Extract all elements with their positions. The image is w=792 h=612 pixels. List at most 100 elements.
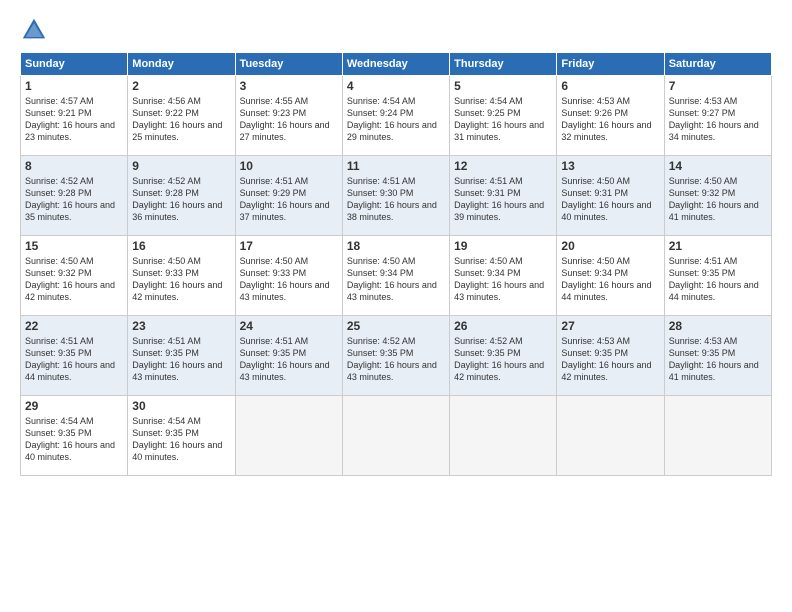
day-info: Sunrise: 4:51 AMSunset: 9:35 PMDaylight:… <box>25 335 123 384</box>
header <box>20 16 772 44</box>
day-info: Sunrise: 4:57 AMSunset: 9:21 PMDaylight:… <box>25 95 123 144</box>
calendar-header-saturday: Saturday <box>664 53 771 76</box>
day-info: Sunrise: 4:50 AMSunset: 9:33 PMDaylight:… <box>132 255 230 304</box>
calendar-cell: 6 Sunrise: 4:53 AMSunset: 9:26 PMDaylight… <box>557 76 664 156</box>
calendar-week-row: 15 Sunrise: 4:50 AMSunset: 9:32 PMDayligh… <box>21 236 772 316</box>
day-info: Sunrise: 4:53 AMSunset: 9:35 PMDaylight:… <box>561 335 659 384</box>
day-number: 22 <box>25 319 123 333</box>
day-number: 16 <box>132 239 230 253</box>
calendar-cell: 14 Sunrise: 4:50 AMSunset: 9:32 PMDayligh… <box>664 156 771 236</box>
calendar-cell: 24Sunrise: 4:51 AMSunset: 9:35 PMDayligh… <box>235 316 342 396</box>
calendar-cell: 16 Sunrise: 4:50 AMSunset: 9:33 PMDayligh… <box>128 236 235 316</box>
day-info: Sunrise: 4:54 AMSunset: 9:25 PMDaylight:… <box>454 95 552 144</box>
calendar-header-wednesday: Wednesday <box>342 53 449 76</box>
calendar-cell: 26 Sunrise: 4:52 AMSunset: 9:35 PMDayligh… <box>450 316 557 396</box>
day-number: 10 <box>240 159 338 173</box>
calendar-cell <box>664 396 771 476</box>
calendar-header-sunday: Sunday <box>21 53 128 76</box>
day-number: 23 <box>132 319 230 333</box>
calendar-week-row: 1 Sunrise: 4:57 AMSunset: 9:21 PMDaylight… <box>21 76 772 156</box>
day-info: Sunrise: 4:51 AMSunset: 9:31 PMDaylight:… <box>454 175 552 224</box>
calendar-cell: 22 Sunrise: 4:51 AMSunset: 9:35 PMDayligh… <box>21 316 128 396</box>
day-number: 8 <box>25 159 123 173</box>
calendar-header-friday: Friday <box>557 53 664 76</box>
calendar-cell: 28 Sunrise: 4:53 AMSunset: 9:35 PMDayligh… <box>664 316 771 396</box>
calendar-cell: 2 Sunrise: 4:56 AMSunset: 9:22 PMDaylight… <box>128 76 235 156</box>
day-number: 11 <box>347 159 445 173</box>
day-info: Sunrise: 4:51 AMSunset: 9:35 PMDaylight:… <box>669 255 767 304</box>
calendar-header-thursday: Thursday <box>450 53 557 76</box>
day-info: Sunrise: 4:53 AMSunset: 9:27 PMDaylight:… <box>669 95 767 144</box>
calendar-header-row: SundayMondayTuesdayWednesdayThursdayFrid… <box>21 53 772 76</box>
day-info: Sunrise: 4:50 AMSunset: 9:34 PMDaylight:… <box>561 255 659 304</box>
day-number: 4 <box>347 79 445 93</box>
day-number: 27 <box>561 319 659 333</box>
day-number: 2 <box>132 79 230 93</box>
day-info: Sunrise: 4:56 AMSunset: 9:22 PMDaylight:… <box>132 95 230 144</box>
day-info: Sunrise: 4:51 AMSunset: 9:30 PMDaylight:… <box>347 175 445 224</box>
day-info: Sunrise: 4:51 AMSunset: 9:35 PMDaylight:… <box>132 335 230 384</box>
calendar-cell: 29Sunrise: 4:54 AMSunset: 9:35 PMDayligh… <box>21 396 128 476</box>
calendar-cell <box>450 396 557 476</box>
calendar-cell: 20 Sunrise: 4:50 AMSunset: 9:34 PMDayligh… <box>557 236 664 316</box>
calendar-header-tuesday: Tuesday <box>235 53 342 76</box>
day-number: 19 <box>454 239 552 253</box>
day-info: Sunrise: 4:55 AMSunset: 9:23 PMDaylight:… <box>240 95 338 144</box>
day-number: 20 <box>561 239 659 253</box>
calendar-cell: 19 Sunrise: 4:50 AMSunset: 9:34 PMDayligh… <box>450 236 557 316</box>
day-number: 5 <box>454 79 552 93</box>
logo-icon <box>20 16 48 44</box>
calendar-week-row: 22 Sunrise: 4:51 AMSunset: 9:35 PMDayligh… <box>21 316 772 396</box>
calendar-cell: 30Sunrise: 4:54 AMSunset: 9:35 PMDayligh… <box>128 396 235 476</box>
day-number: 17 <box>240 239 338 253</box>
day-number: 18 <box>347 239 445 253</box>
calendar-cell: 18Sunrise: 4:50 AMSunset: 9:34 PMDayligh… <box>342 236 449 316</box>
calendar-cell: 1 Sunrise: 4:57 AMSunset: 9:21 PMDaylight… <box>21 76 128 156</box>
calendar-cell: 8Sunrise: 4:52 AMSunset: 9:28 PMDaylight… <box>21 156 128 236</box>
day-number: 28 <box>669 319 767 333</box>
day-number: 29 <box>25 399 123 413</box>
logo <box>20 16 52 44</box>
calendar-cell: 5 Sunrise: 4:54 AMSunset: 9:25 PMDaylight… <box>450 76 557 156</box>
day-number: 9 <box>132 159 230 173</box>
calendar-cell: 17 Sunrise: 4:50 AMSunset: 9:33 PMDayligh… <box>235 236 342 316</box>
day-info: Sunrise: 4:51 AMSunset: 9:35 PMDaylight:… <box>240 335 338 384</box>
day-info: Sunrise: 4:50 AMSunset: 9:33 PMDaylight:… <box>240 255 338 304</box>
calendar-cell: 27 Sunrise: 4:53 AMSunset: 9:35 PMDayligh… <box>557 316 664 396</box>
calendar-cell: 4 Sunrise: 4:54 AMSunset: 9:24 PMDaylight… <box>342 76 449 156</box>
day-info: Sunrise: 4:50 AMSunset: 9:31 PMDaylight:… <box>561 175 659 224</box>
calendar-header-monday: Monday <box>128 53 235 76</box>
calendar-cell: 3 Sunrise: 4:55 AMSunset: 9:23 PMDaylight… <box>235 76 342 156</box>
page: SundayMondayTuesdayWednesdayThursdayFrid… <box>0 0 792 612</box>
day-number: 25 <box>347 319 445 333</box>
day-number: 21 <box>669 239 767 253</box>
calendar-cell: 7Sunrise: 4:53 AMSunset: 9:27 PMDaylight… <box>664 76 771 156</box>
day-info: Sunrise: 4:50 AMSunset: 9:32 PMDaylight:… <box>669 175 767 224</box>
calendar-cell: 10 Sunrise: 4:51 AMSunset: 9:29 PMDayligh… <box>235 156 342 236</box>
day-info: Sunrise: 4:50 AMSunset: 9:34 PMDaylight:… <box>454 255 552 304</box>
day-number: 30 <box>132 399 230 413</box>
day-number: 12 <box>454 159 552 173</box>
day-info: Sunrise: 4:54 AMSunset: 9:24 PMDaylight:… <box>347 95 445 144</box>
calendar-cell: 23 Sunrise: 4:51 AMSunset: 9:35 PMDayligh… <box>128 316 235 396</box>
day-number: 15 <box>25 239 123 253</box>
day-info: Sunrise: 4:53 AMSunset: 9:35 PMDaylight:… <box>669 335 767 384</box>
day-info: Sunrise: 4:51 AMSunset: 9:29 PMDaylight:… <box>240 175 338 224</box>
day-info: Sunrise: 4:50 AMSunset: 9:32 PMDaylight:… <box>25 255 123 304</box>
calendar-table: SundayMondayTuesdayWednesdayThursdayFrid… <box>20 52 772 476</box>
day-info: Sunrise: 4:52 AMSunset: 9:28 PMDaylight:… <box>132 175 230 224</box>
calendar-week-row: 8 Sunrise: 4:52 AMSunset: 9:28 PMDaylight… <box>21 156 772 236</box>
day-info: Sunrise: 4:52 AMSunset: 9:35 PMDaylight:… <box>454 335 552 384</box>
day-info: Sunrise: 4:53 AMSunset: 9:26 PMDaylight:… <box>561 95 659 144</box>
calendar-cell: 13Sunrise: 4:50 AMSunset: 9:31 PMDayligh… <box>557 156 664 236</box>
calendar-cell: 12 Sunrise: 4:51 AMSunset: 9:31 PMDayligh… <box>450 156 557 236</box>
calendar-cell: 25Sunrise: 4:52 AMSunset: 9:35 PMDayligh… <box>342 316 449 396</box>
calendar-cell: 11 Sunrise: 4:51 AMSunset: 9:30 PMDayligh… <box>342 156 449 236</box>
calendar-cell <box>235 396 342 476</box>
day-number: 14 <box>669 159 767 173</box>
day-number: 6 <box>561 79 659 93</box>
day-number: 1 <box>25 79 123 93</box>
calendar-cell <box>342 396 449 476</box>
day-number: 26 <box>454 319 552 333</box>
day-number: 3 <box>240 79 338 93</box>
